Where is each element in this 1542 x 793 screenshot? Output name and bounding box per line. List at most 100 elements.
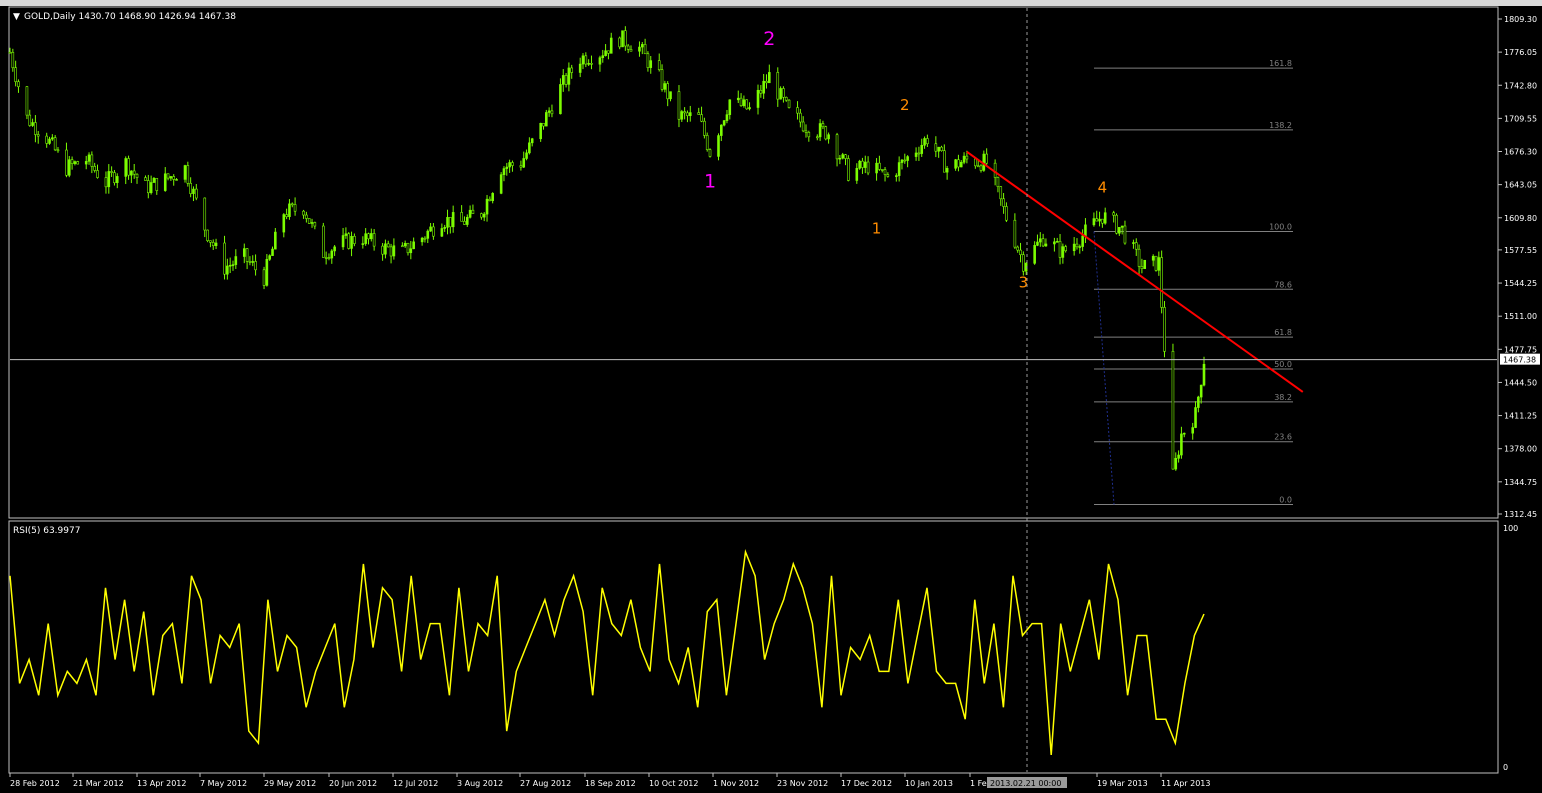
time-axis-label: 3 Aug 2012 <box>457 779 503 788</box>
candle-body <box>1038 238 1042 243</box>
candle-body <box>759 89 763 94</box>
candle-body <box>1194 407 1197 428</box>
candle-body <box>1112 212 1115 216</box>
candle-body <box>347 233 351 249</box>
candle-body <box>567 67 571 85</box>
candle-body <box>660 69 664 90</box>
time-axis-label: 27 Aug 2012 <box>520 779 571 788</box>
candle-body <box>84 161 88 165</box>
candle-body <box>265 258 269 286</box>
candle-body <box>1202 363 1206 386</box>
candle-body <box>821 123 825 128</box>
candle-body <box>1132 242 1135 244</box>
candle-body <box>1199 384 1203 398</box>
candle-body <box>838 157 842 160</box>
candle-body <box>996 177 1000 187</box>
candle-body <box>1081 235 1084 247</box>
candle-body <box>1078 246 1082 248</box>
candle-body <box>640 44 644 48</box>
candle-body <box>31 122 34 126</box>
candle-body <box>209 240 212 243</box>
price-axis-label: 1676.30 <box>1504 148 1537 157</box>
candle-body <box>1084 224 1087 237</box>
candle-body <box>90 154 94 167</box>
fibonacci-levels[interactable]: 161.8 138.2 100.0 78.6 61.8 50.0 38.2 23.6 0.0 <box>1093 59 1293 505</box>
candle-body <box>847 158 850 181</box>
trendline-group[interactable] <box>966 150 1304 393</box>
candle-body <box>17 81 20 87</box>
candle-body <box>739 97 743 106</box>
candle-body <box>824 126 828 140</box>
candle-body <box>8 51 12 54</box>
candle-body <box>183 165 187 180</box>
candle-body <box>149 182 153 194</box>
crosshair-time-tag-text: 2013.02.21 00:00 <box>990 779 1061 788</box>
candle-body <box>959 161 963 168</box>
fib-level-label: 161.8 <box>1269 59 1292 68</box>
time-axis-label: 10 Jan 2013 <box>905 779 953 788</box>
candle-body <box>460 212 463 222</box>
candle-body <box>1055 241 1059 243</box>
candle-body <box>124 158 128 177</box>
rsi-header: RSI(5) 63.9977 <box>13 526 80 536</box>
candle-body <box>621 30 624 48</box>
candle-body <box>1072 243 1076 252</box>
candle-body <box>234 256 238 265</box>
candle-body <box>463 220 466 225</box>
candle-body <box>451 212 455 228</box>
candle-body <box>618 37 622 48</box>
trading-chart[interactable]: ▼ GOLD,Daily 1430.70 1468.90 1426.94 146… <box>0 0 1542 793</box>
candle-body <box>1143 259 1147 269</box>
candle-body <box>717 135 720 157</box>
fib-level-label: 138.2 <box>1269 121 1292 130</box>
candle-body <box>1041 238 1045 247</box>
candle-body <box>1154 255 1158 271</box>
time-axis-label: 13 Apr 2012 <box>137 779 186 788</box>
candle-body <box>172 176 176 180</box>
candle-body <box>508 162 511 168</box>
candle-body <box>866 161 870 174</box>
candle-body <box>703 120 706 136</box>
candle-body <box>409 248 413 254</box>
candle-body <box>130 170 133 176</box>
candle-body <box>242 248 246 257</box>
candle-body <box>302 210 305 216</box>
symbol-header: GOLD,Daily 1430.70 1468.90 1426.94 1467.… <box>24 12 236 22</box>
candle-body <box>1151 255 1155 261</box>
wave-label-major: 2 <box>763 28 775 50</box>
time-axis-label: 28 Feb 2012 <box>10 779 60 788</box>
candle-body <box>353 236 356 244</box>
candle-body <box>880 169 884 171</box>
candle-body <box>420 237 424 243</box>
candle-body <box>25 86 29 116</box>
candle-body <box>322 225 325 258</box>
wave-label-minor: 2 <box>900 96 910 114</box>
price-axis-label: 1411.25 <box>1504 412 1537 421</box>
fib-level-label: 61.8 <box>1274 328 1292 337</box>
candle-body <box>285 214 288 217</box>
candle-body <box>1137 248 1141 267</box>
candle-body <box>1103 212 1107 224</box>
candle-body <box>745 99 749 110</box>
candle-body <box>550 110 554 115</box>
candle-body <box>801 121 805 132</box>
time-axis-label: 1 Nov 2012 <box>713 779 759 788</box>
candle-body <box>14 67 17 82</box>
candle-body <box>1036 241 1039 246</box>
header-menu-arrow-icon[interactable]: ▼ <box>13 12 20 22</box>
candle-body <box>914 152 918 157</box>
candle-body <box>93 166 96 171</box>
candle-body <box>1115 214 1118 234</box>
candle-body <box>697 112 701 115</box>
candle-body <box>646 53 650 68</box>
time-axis-label: 12 Jul 2012 <box>393 779 438 788</box>
candle-body <box>649 60 653 68</box>
candle-body <box>1197 396 1200 408</box>
candle-body <box>1013 219 1017 248</box>
candle-body <box>293 204 297 212</box>
red-trendline <box>966 150 1304 393</box>
wave-label-minor: 4 <box>1098 179 1108 197</box>
candle-body <box>1019 249 1022 255</box>
candle-body <box>895 175 898 177</box>
candle-body <box>807 132 811 138</box>
